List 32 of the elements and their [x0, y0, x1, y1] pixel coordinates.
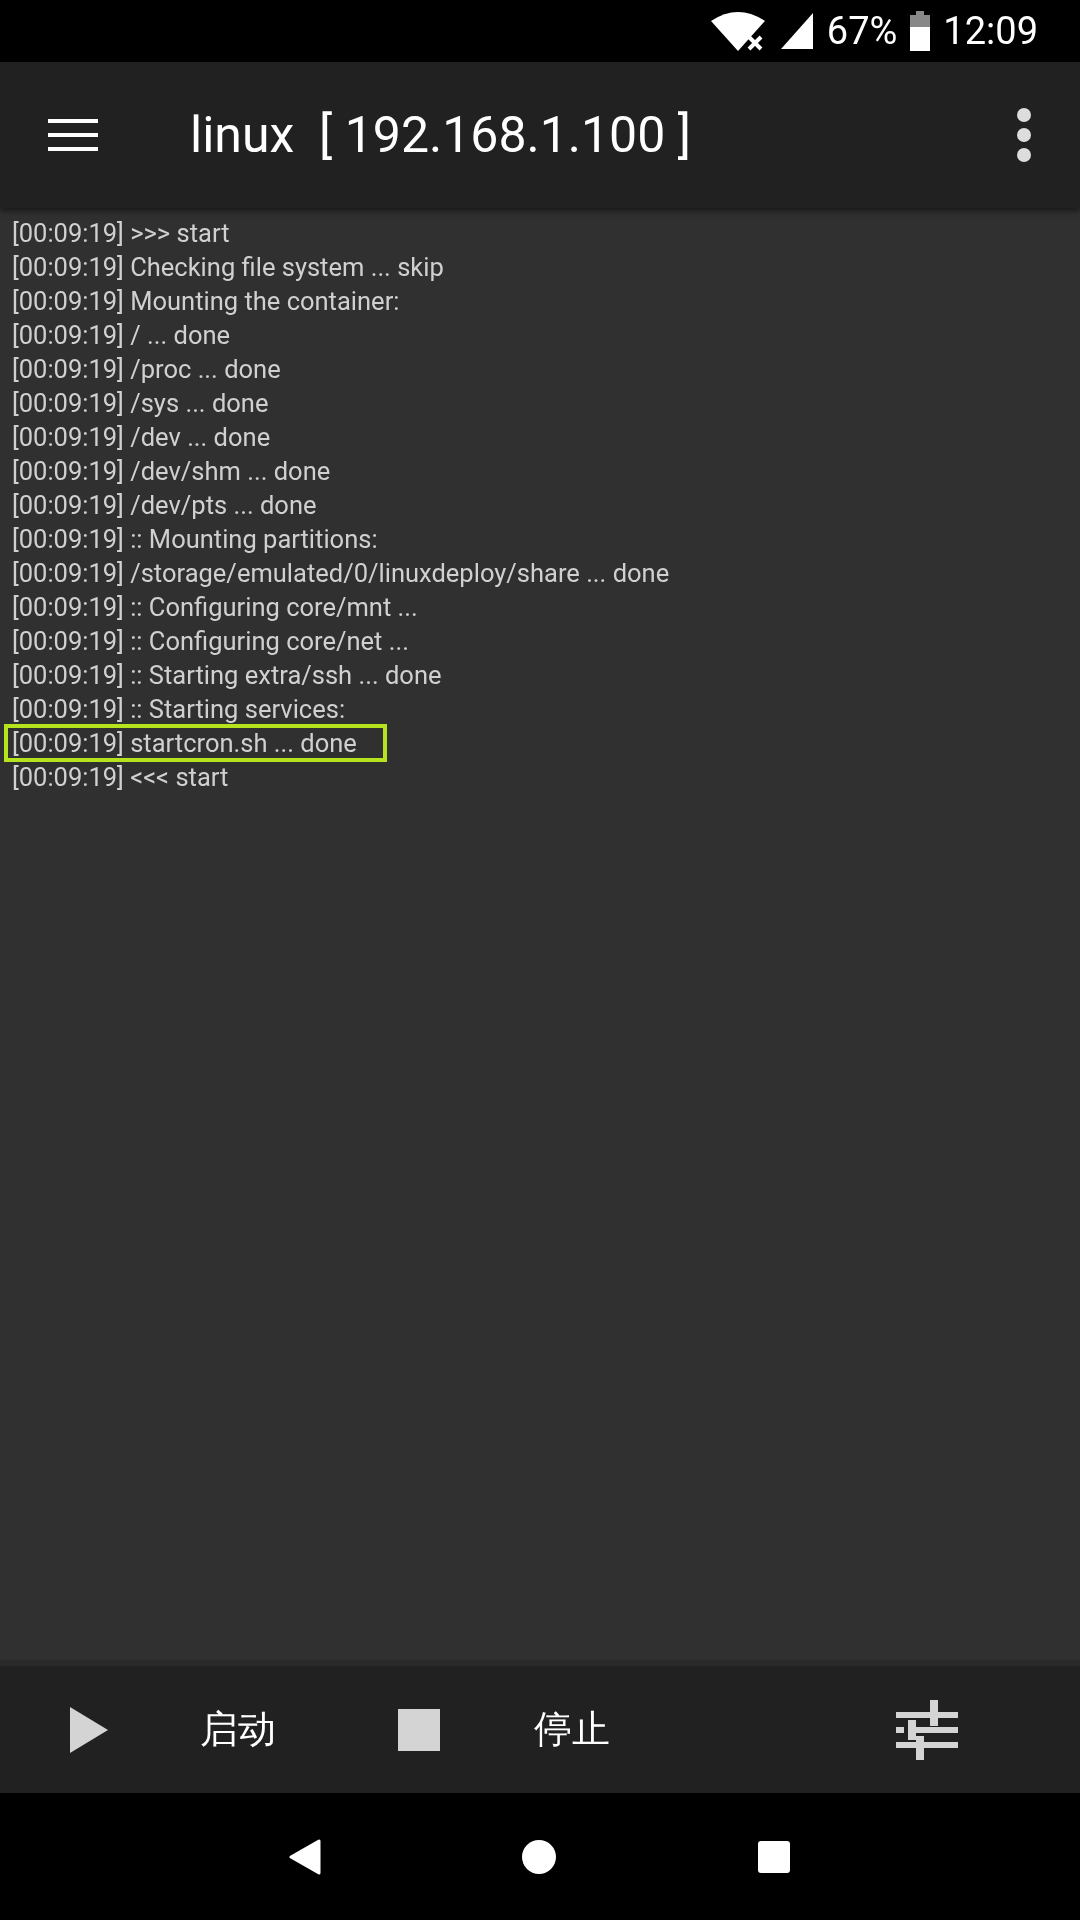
battery-percent: 67% — [826, 9, 898, 53]
log-line: [00:09:19] >>> start — [11, 217, 231, 250]
log-line: [00:09:19] /storage/emulated/0/linuxdeploy/share ... done — [11, 557, 671, 590]
log-line: [00:09:19] Mounting the container: — [11, 285, 401, 318]
play-icon — [70, 1706, 108, 1753]
stop-icon — [398, 1708, 440, 1751]
log-line: [00:09:19] Checking file system ... skip — [11, 251, 445, 284]
signal-icon — [778, 11, 815, 51]
settings-button[interactable] — [896, 1699, 958, 1760]
home-button[interactable] — [521, 1838, 557, 1875]
stop-button[interactable]: 停止 — [398, 1704, 610, 1755]
wifi-off-icon — [708, 11, 767, 51]
log-line: [00:09:19] :: Starting extra/ssh ... done — [11, 659, 443, 692]
log-line: [00:09:19] :: Configuring core/mnt ... — [11, 591, 419, 624]
back-button[interactable] — [289, 1838, 321, 1875]
battery-icon — [909, 11, 932, 51]
log-line: [00:09:19] :: Configuring core/net ... — [11, 625, 410, 658]
clock: 12:09 — [943, 9, 1038, 53]
more-options-button[interactable] — [1016, 107, 1032, 163]
log-line: [00:09:19] /dev/shm ... done — [11, 455, 332, 488]
log-line: [00:09:19] /dev ... done — [11, 421, 272, 454]
menu-button[interactable] — [48, 117, 98, 153]
log-line: [00:09:19] /dev/pts ... done — [11, 489, 318, 522]
log-line: [00:09:19] :: Starting services: — [11, 693, 347, 726]
log-line: [00:09:19] /sys ... done — [11, 387, 270, 420]
start-button[interactable]: 启动 — [70, 1704, 276, 1755]
log-line: [00:09:19] /proc ... done — [11, 353, 282, 386]
log-line: [00:09:19] :: Mounting partitions: — [11, 523, 379, 556]
app-title: linux [ 192.168.1.100 ] — [190, 106, 692, 164]
log-line: [00:09:19] <<< start — [11, 761, 230, 794]
recents-button[interactable] — [757, 1839, 791, 1874]
log-line: [00:09:19] / ... done — [11, 319, 232, 352]
